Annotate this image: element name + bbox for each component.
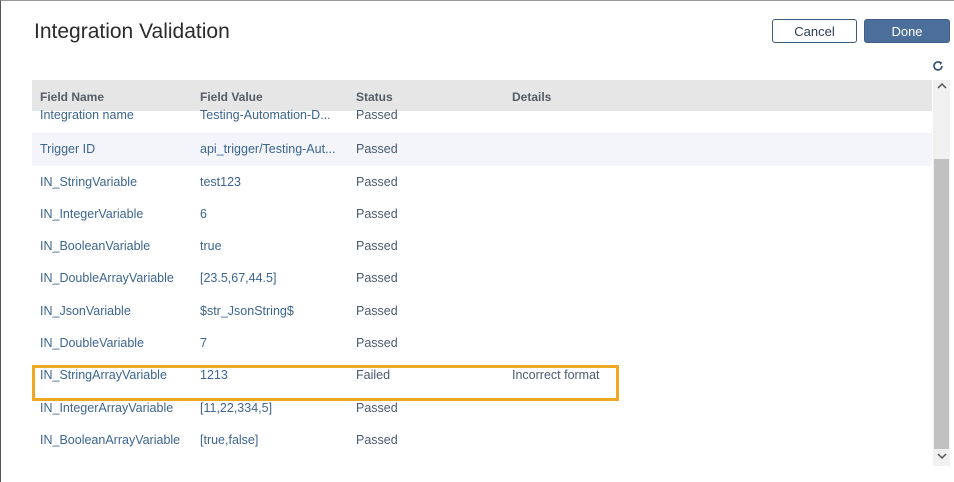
status-cell: Passed: [356, 142, 398, 157]
table-row: IN_IntegerVariable 6 Passed: [32, 198, 932, 230]
scroll-thumb[interactable]: [934, 159, 949, 449]
status-cell: Passed: [356, 271, 398, 286]
table-row: IN_DoubleVariable 7 Passed: [32, 327, 932, 359]
field-name-cell: IN_StringArrayVariable: [40, 368, 167, 383]
field-value-cell: [11,22,334,5]: [200, 400, 273, 415]
table-row: IN_IntegerArrayVariable [11,22,334,5] Pa…: [32, 392, 932, 424]
status-cell: Failed: [356, 368, 391, 383]
status-cell: Passed: [356, 174, 398, 189]
refresh-icon[interactable]: [931, 60, 945, 74]
field-value-cell: 1213: [200, 368, 228, 383]
field-name-cell: Integration name: [40, 108, 134, 122]
field-name-cell: IN_StringVariable: [40, 174, 138, 189]
field-value-cell: [23.5,67,44.5]: [200, 271, 277, 286]
table-row: Integration name Testing-Automation-D...…: [32, 101, 932, 133]
done-button[interactable]: Done: [864, 19, 950, 43]
status-cell: Passed: [356, 108, 398, 122]
field-name-cell: Trigger ID: [40, 142, 96, 157]
table-row: IN_DoubleArrayVariable [23.5,67,44.5] Pa…: [32, 262, 932, 294]
table-row: IN_JsonVariable $str_JsonString$ Passed: [32, 295, 932, 327]
field-value-cell: api_trigger/Testing-Aut...: [200, 142, 336, 157]
field-name-cell: IN_IntegerArrayVariable: [40, 400, 174, 415]
field-value-cell: 7: [200, 336, 207, 351]
field-value-cell: test123: [200, 174, 242, 189]
table-row: IN_StringVariable test123 Passed: [32, 166, 932, 198]
status-cell: Passed: [356, 432, 398, 447]
scroll-down-icon[interactable]: [933, 450, 950, 466]
table-row: IN_BooleanArrayVariable [true,false] Pas…: [32, 424, 932, 456]
field-name-cell: IN_JsonVariable: [40, 303, 131, 318]
chevron-up-icon: [936, 82, 947, 89]
cancel-button[interactable]: Cancel: [772, 19, 857, 43]
details-cell: Incorrect format: [512, 368, 600, 383]
field-value-cell: 6: [200, 206, 207, 221]
status-cell: Passed: [356, 206, 398, 221]
scroll-up-icon[interactable]: [933, 80, 950, 96]
table-row-failed: IN_StringArrayVariable 1213 Failed Incor…: [32, 359, 932, 391]
vertical-scrollbar[interactable]: [933, 80, 950, 466]
table-row: IN_BooleanVariable true Passed: [32, 230, 932, 262]
field-value-cell: $str_JsonString$: [200, 303, 294, 318]
integration-validation-dialog: Integration Validation Cancel Done Field…: [0, 0, 954, 482]
status-cell: Passed: [356, 336, 398, 351]
status-cell: Passed: [356, 239, 398, 254]
field-name-cell: IN_IntegerVariable: [40, 206, 144, 221]
field-value-cell: [true,false]: [200, 432, 259, 447]
field-value-cell: true: [200, 239, 222, 254]
status-cell: Passed: [356, 303, 398, 318]
field-value-cell: Testing-Automation-D...: [200, 108, 331, 122]
field-name-cell: IN_DoubleVariable: [40, 336, 144, 351]
chevron-down-icon: [936, 453, 947, 460]
field-name-cell: IN_BooleanArrayVariable: [40, 432, 181, 447]
validation-table: Field Name Field Value Status Details In…: [32, 80, 950, 466]
table-body: Integration name Testing-Automation-D...…: [32, 108, 932, 456]
dialog-title: Integration Validation: [34, 20, 230, 43]
refresh-icon-svg: [933, 61, 943, 71]
status-cell: Passed: [356, 400, 398, 415]
field-name-cell: IN_BooleanVariable: [40, 239, 151, 254]
field-name-cell: IN_DoubleArrayVariable: [40, 271, 174, 286]
table-row: Trigger ID api_trigger/Testing-Aut... Pa…: [32, 133, 932, 166]
